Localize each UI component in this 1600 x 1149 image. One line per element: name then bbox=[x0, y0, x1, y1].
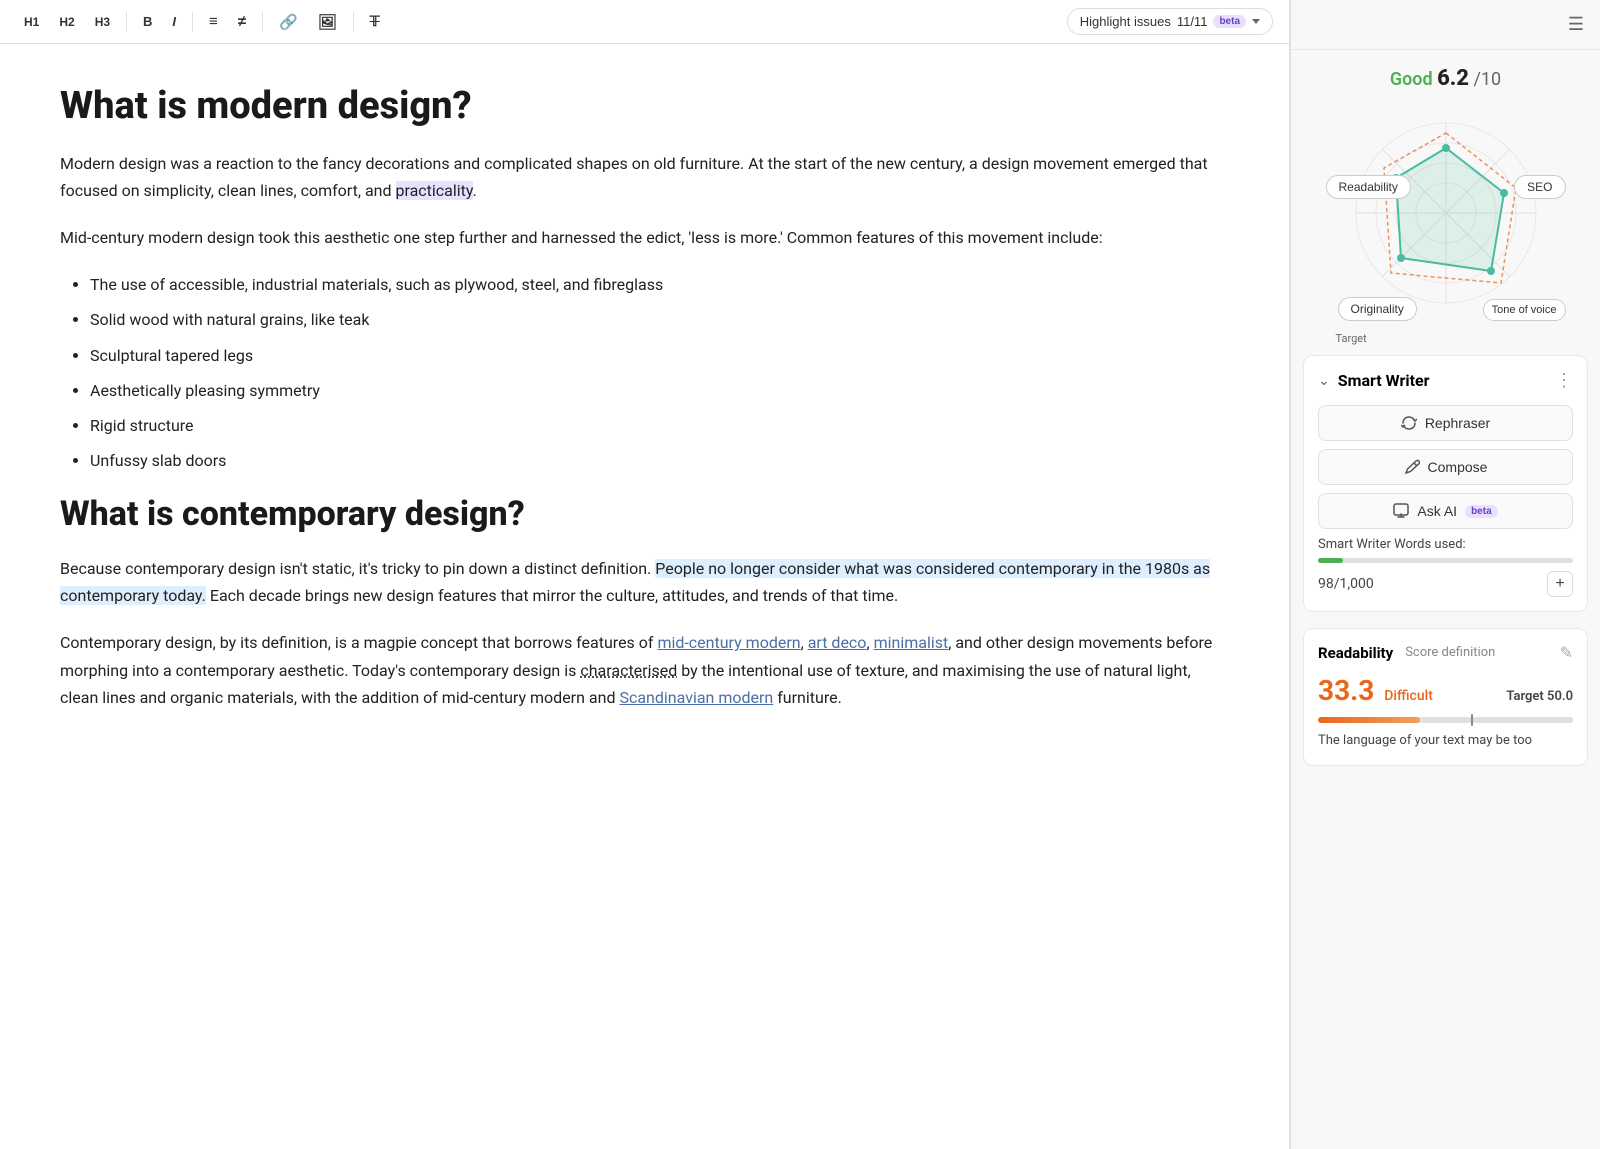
readability-note: The language of your text may be too bbox=[1318, 731, 1573, 751]
separator-1 bbox=[126, 12, 127, 32]
beta-badge: beta bbox=[1213, 15, 1246, 28]
readability-axis-button[interactable]: Readability bbox=[1326, 175, 1411, 199]
link-button[interactable]: 🔗 bbox=[271, 9, 306, 35]
target-label-text: Target bbox=[1506, 689, 1543, 704]
seo-axis-button[interactable]: SEO bbox=[1514, 175, 1565, 199]
heading-1: What is modern design? bbox=[60, 84, 1229, 130]
ask-ai-beta-badge: beta bbox=[1465, 505, 1498, 518]
list-item-1: The use of accessible, industrial materi… bbox=[90, 271, 1229, 298]
paragraph-4: Contemporary design, by its definition, … bbox=[60, 629, 1229, 711]
image-button[interactable]: 🖼 bbox=[310, 9, 345, 35]
readability-title: Readability bbox=[1318, 644, 1393, 662]
compose-label: Compose bbox=[1428, 459, 1488, 475]
words-used-label: Smart Writer Words used: bbox=[1318, 537, 1573, 552]
link-minimalist[interactable]: minimalist bbox=[874, 633, 949, 652]
chevron-down-icon bbox=[1252, 19, 1260, 24]
words-progress-fill bbox=[1318, 558, 1343, 563]
tone-axis-button[interactable]: Tone of voice bbox=[1483, 299, 1566, 321]
menu-icon[interactable]: ☰ bbox=[1568, 14, 1584, 35]
ordered-list-button[interactable]: ≡ bbox=[201, 9, 226, 34]
more-options-icon[interactable]: ⋮ bbox=[1555, 370, 1573, 391]
ask-ai-label: Ask AI bbox=[1417, 503, 1457, 519]
ask-ai-icon bbox=[1393, 503, 1409, 519]
words-count: 98/1,000 bbox=[1318, 576, 1374, 592]
readability-score-group: 33.3 Difficult bbox=[1318, 674, 1433, 707]
format-clear-button[interactable]: 𝕋 bbox=[362, 9, 388, 34]
paragraph-2: Mid-century modern design took this aest… bbox=[60, 224, 1229, 251]
readability-section: Readability Score definition ✎ 33.3 Diff… bbox=[1303, 628, 1588, 766]
readability-score-value: 33.3 bbox=[1318, 674, 1374, 707]
words-used-value: 98 bbox=[1318, 576, 1334, 592]
h1-button[interactable]: H1 bbox=[16, 11, 47, 33]
link-mid-century[interactable]: mid-century modern bbox=[657, 633, 800, 652]
list-item-5: Rigid structure bbox=[90, 412, 1229, 439]
readability-target: Target 50.0 bbox=[1506, 689, 1573, 704]
highlight-characterised: characterised bbox=[580, 661, 677, 680]
heading-2: What is contemporary design? bbox=[60, 494, 1229, 535]
smart-writer-header: ⌄ Smart Writer ⋮ bbox=[1318, 370, 1573, 391]
sidebar-panel: ☰ Good 6.2 /10 bbox=[1290, 0, 1600, 1149]
target-value: 50.0 bbox=[1547, 689, 1573, 704]
separator-4 bbox=[353, 12, 354, 32]
list-item-2: Solid wood with natural grains, like tea… bbox=[90, 306, 1229, 333]
italic-button[interactable]: I bbox=[164, 10, 184, 33]
radar-chart-container: Readability SEO Originality Tone of voic… bbox=[1336, 103, 1556, 323]
edit-icon[interactable]: ✎ bbox=[1560, 643, 1573, 662]
features-list: The use of accessible, industrial materi… bbox=[60, 271, 1229, 474]
highlight-contemporary: People no longer consider what was consi… bbox=[60, 559, 1210, 605]
editor-toolbar: H1 H2 H3 B I ≡ ≠ 🔗 🖼 𝕋 Highlight issues … bbox=[0, 0, 1289, 44]
highlight-practicality: practicality bbox=[396, 181, 473, 200]
link-scandinavian[interactable]: Scandinavian modern bbox=[619, 688, 773, 707]
good-label: Good bbox=[1390, 69, 1433, 90]
highlight-count: 11/11 bbox=[1177, 14, 1208, 29]
score-section: Good 6.2 /10 bbox=[1291, 50, 1600, 347]
sidebar-header: ☰ bbox=[1291, 0, 1600, 50]
score-value: 6.2 bbox=[1437, 66, 1469, 91]
h2-button[interactable]: H2 bbox=[51, 11, 82, 33]
words-count-row: 98/1,000 + bbox=[1318, 571, 1573, 597]
readability-progress-bar bbox=[1318, 717, 1573, 723]
highlight-issues-button[interactable]: Highlight issues 11/11 beta bbox=[1067, 8, 1273, 35]
readability-bar-marker bbox=[1471, 714, 1473, 726]
readability-bar-fill bbox=[1318, 717, 1420, 723]
list-item-6: Unfussy slab doors bbox=[90, 447, 1229, 474]
rephraser-icon bbox=[1401, 415, 1417, 431]
unordered-list-button[interactable]: ≠ bbox=[230, 9, 254, 34]
separator-2 bbox=[192, 12, 193, 32]
h3-button[interactable]: H3 bbox=[87, 11, 118, 33]
smart-writer-title: Smart Writer bbox=[1338, 371, 1547, 390]
score-label: Good 6.2 /10 bbox=[1390, 66, 1501, 91]
editor-content[interactable]: What is modern design? Modern design was… bbox=[0, 44, 1289, 1149]
words-total: 1,000 bbox=[1340, 576, 1374, 592]
score-definition-link[interactable]: Score definition bbox=[1405, 645, 1495, 660]
collapse-icon[interactable]: ⌄ bbox=[1318, 373, 1330, 389]
readability-difficulty: Difficult bbox=[1384, 688, 1433, 704]
rephraser-label: Rephraser bbox=[1425, 415, 1490, 431]
separator-3 bbox=[262, 12, 263, 32]
highlight-label: Highlight issues bbox=[1080, 14, 1171, 29]
words-progress-bar bbox=[1318, 558, 1573, 563]
list-item-4: Aesthetically pleasing symmetry bbox=[90, 377, 1229, 404]
radar-chart bbox=[1336, 103, 1556, 323]
compose-icon bbox=[1404, 459, 1420, 475]
smart-writer-section: ⌄ Smart Writer ⋮ Rephraser Compose bbox=[1303, 355, 1588, 612]
bold-button[interactable]: B bbox=[135, 10, 160, 33]
paragraph-3: Because contemporary design isn't static… bbox=[60, 555, 1229, 609]
paragraph-1: Modern design was a reaction to the fanc… bbox=[60, 150, 1229, 204]
link-art-deco[interactable]: art deco bbox=[808, 633, 867, 652]
add-words-button[interactable]: + bbox=[1547, 571, 1573, 597]
readability-header: Readability Score definition ✎ bbox=[1318, 643, 1573, 662]
ask-ai-button[interactable]: Ask AI beta bbox=[1318, 493, 1573, 529]
score-out-of: /10 bbox=[1473, 69, 1501, 90]
editor-panel: H1 H2 H3 B I ≡ ≠ 🔗 🖼 𝕋 Highlight issues … bbox=[0, 0, 1290, 1149]
list-item-3: Sculptural tapered legs bbox=[90, 342, 1229, 369]
rephraser-button[interactable]: Rephraser bbox=[1318, 405, 1573, 441]
compose-button[interactable]: Compose bbox=[1318, 449, 1573, 485]
target-label: Target bbox=[1336, 332, 1367, 345]
originality-axis-button[interactable]: Originality bbox=[1338, 297, 1417, 321]
readability-scores-row: 33.3 Difficult Target 50.0 bbox=[1318, 674, 1573, 707]
